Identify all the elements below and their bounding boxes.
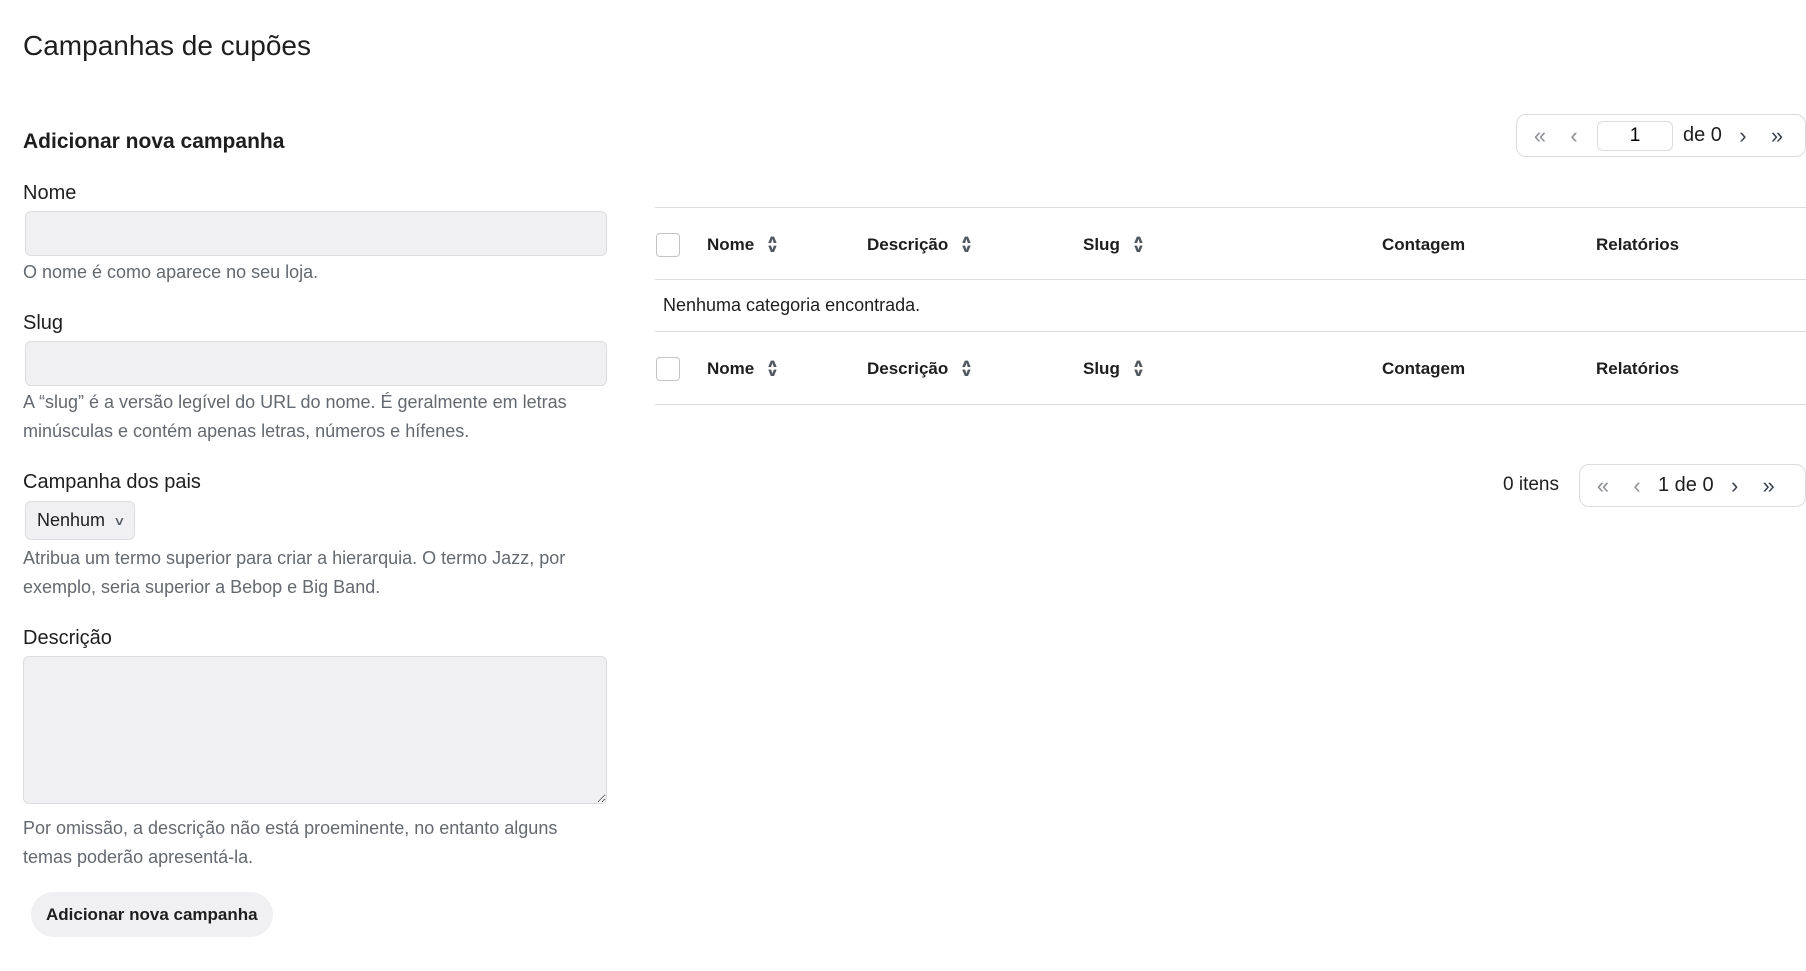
description-help: Por omissão, a descrição não está proemi… xyxy=(23,818,558,867)
footer-column-nome-label: Nome xyxy=(707,359,755,378)
first-page-button-bottom[interactable]: « xyxy=(1590,474,1616,497)
table-footer: Nome ∧ ∨ Descrição ∧ ∨ Slug ∧ ∨ Contagem Re… xyxy=(655,332,1806,405)
page-title: Campanhas de cupões xyxy=(23,30,311,61)
column-slug[interactable]: Slug ∧ ∨ xyxy=(1083,235,1145,255)
table-header: Nome ∧ ∨ Descrição ∧ ∨ Slug ∧ ∨ Contagem Re… xyxy=(655,207,1806,280)
last-page-button-bottom[interactable]: » xyxy=(1756,474,1782,497)
empty-message: Nenhuma categoria encontrada. xyxy=(663,295,921,315)
pagination-bottom: « ‹ 1 de 0 › » xyxy=(1579,464,1806,507)
parent-campaign-select[interactable]: Nenhum ∨ xyxy=(25,501,135,540)
column-relatorios-label: Relatórios xyxy=(1596,235,1680,254)
footer-column-relatorios-label: Relatórios xyxy=(1596,359,1680,378)
add-campaign-button[interactable]: Adicionar nova campanha xyxy=(31,892,273,937)
description-label: Descrição xyxy=(23,627,112,649)
slug-help: A “slug” é a versão legível do URL do no… xyxy=(23,392,567,441)
chevron-down-icon: ∨ xyxy=(113,513,126,528)
footer-column-nome[interactable]: Nome ∧ ∨ xyxy=(707,359,779,379)
column-contagem: Contagem xyxy=(1382,235,1465,255)
campaigns-table: Nome ∧ ∨ Descrição ∧ ∨ Slug ∧ ∨ Contagem Re… xyxy=(655,207,1806,405)
footer-column-contagem-label: Contagem xyxy=(1382,359,1466,378)
form-heading: Adicionar nova campanha xyxy=(23,130,285,153)
select-all-checkbox-footer[interactable] xyxy=(656,357,680,381)
column-contagem-label: Contagem xyxy=(1382,235,1466,254)
footer-column-descricao-label: Descrição xyxy=(867,359,949,378)
last-page-button[interactable]: » xyxy=(1764,124,1790,147)
select-all-checkbox[interactable] xyxy=(656,233,680,257)
sort-icon[interactable]: ∧ ∨ xyxy=(1132,235,1145,255)
parent-campaign-selected: Nenhum xyxy=(37,510,106,530)
parent-campaign-help: Atribua um termo superior para criar a h… xyxy=(23,548,566,597)
column-descricao-label: Descrição xyxy=(867,235,949,254)
name-input[interactable] xyxy=(25,211,607,256)
footer-column-descricao[interactable]: Descrição ∧ ∨ xyxy=(867,359,973,379)
footer-column-slug-label: Slug xyxy=(1083,359,1120,378)
next-page-button-bottom[interactable]: › xyxy=(1722,474,1748,497)
pagination-top: « ‹ de 0 › » xyxy=(1516,114,1806,157)
footer-column-relatorios: Relatórios xyxy=(1596,359,1679,379)
column-relatorios: Relatórios xyxy=(1596,235,1679,255)
description-textarea[interactable] xyxy=(23,656,607,804)
footer-column-slug[interactable]: Slug ∧ ∨ xyxy=(1083,359,1145,379)
sort-icon[interactable]: ∧ ∨ xyxy=(960,359,973,379)
sort-icon[interactable]: ∧ ∨ xyxy=(1132,359,1145,379)
footer-column-contagem: Contagem xyxy=(1382,359,1465,379)
name-label: Nome xyxy=(23,182,77,204)
slug-input[interactable] xyxy=(25,341,607,386)
table-row: Nenhuma categoria encontrada. xyxy=(655,280,1806,332)
total-pages: de 0 xyxy=(1683,124,1722,146)
slug-label: Slug xyxy=(23,312,64,334)
prev-page-button-bottom[interactable]: ‹ xyxy=(1624,474,1650,497)
prev-page-button[interactable]: ‹ xyxy=(1561,124,1587,147)
first-page-button[interactable]: « xyxy=(1527,124,1553,147)
page-status: 1 de 0 xyxy=(1658,474,1714,496)
column-nome[interactable]: Nome ∧ ∨ xyxy=(707,235,779,255)
next-page-button[interactable]: › xyxy=(1730,124,1756,147)
parent-campaign-label: Campanha dos pais xyxy=(23,471,201,493)
current-page-input[interactable] xyxy=(1597,120,1673,151)
sort-icon[interactable]: ∧ ∨ xyxy=(960,235,973,255)
items-count: 0 itens xyxy=(1503,474,1559,495)
column-descricao[interactable]: Descrição ∧ ∨ xyxy=(867,235,973,255)
sort-icon[interactable]: ∧ ∨ xyxy=(766,235,779,255)
name-help: O nome é como aparece no seu loja. xyxy=(23,262,319,282)
column-nome-label: Nome xyxy=(707,235,755,254)
column-slug-label: Slug xyxy=(1083,235,1120,254)
sort-icon[interactable]: ∧ ∨ xyxy=(766,359,779,379)
